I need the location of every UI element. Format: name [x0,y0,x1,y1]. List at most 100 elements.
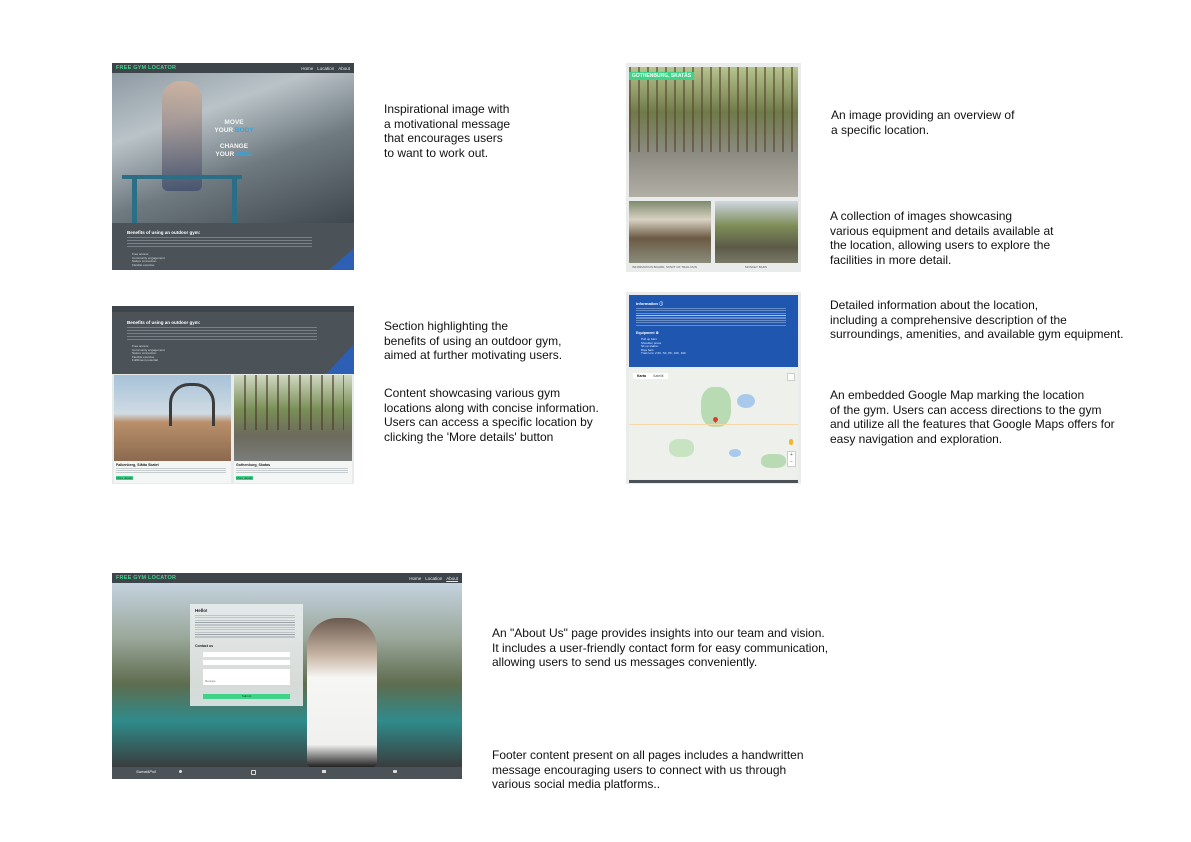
blue-corner-accent [329,248,354,270]
motto-mind: MIND [235,151,253,158]
info-icon: ⓘ [659,301,664,306]
caption-details: Detailed information about the location,… [830,298,1124,341]
nav-location[interactable]: Location [317,66,334,71]
location-card: Falkenberg, Slåtta Skatet More details [114,375,231,483]
thumb-info-board [629,201,711,263]
map-green-area [761,454,786,468]
motto-move: MOVE [224,119,244,126]
brand-logo[interactable]: FREE GYM LOCATOR [116,65,176,71]
hero-motto: MOVE YOUR BODY CHANGE YOUR MIND [214,119,254,159]
map-lake [729,449,741,457]
map-tab-karta[interactable]: Karta [633,373,650,379]
motto-your: YOUR [214,127,234,134]
fullscreen-icon[interactable] [787,373,795,381]
info-title: Information ⓘ [636,301,663,307]
about-screenshot: FREE GYM LOCATOR Home Location About Hel… [112,573,462,779]
message-field[interactable]: Message [203,669,290,685]
about-person [307,618,377,767]
about-navbar: FREE GYM LOCATOR Home Location About [112,573,462,583]
card-title: Gothenburg, Skatas [236,463,271,467]
map-lake [737,394,755,408]
benefits-list: Free access Community engagement Nature … [132,252,165,267]
caption-hero: Inspirational image with a motivational … [384,102,511,160]
caption-locations: Content showcasing various gym locations… [384,386,599,444]
motto-your-2: YOUR [215,151,235,158]
caption-gallery: A collection of images showcasing variou… [830,209,1054,267]
instagram-icon[interactable] [251,770,256,775]
about-card: Hello! Contact us Name Email Message Sub… [190,604,303,706]
nav-home[interactable]: Home [409,576,421,581]
benefits-title-2: Benefits of using an outdoor gym: [127,320,201,325]
nav-about[interactable]: About [446,576,458,581]
motto-change: CHANGE [219,143,249,150]
benefit-item: Fulfillment potential [132,358,158,363]
benefits-panel: Benefits of using an outdoor gym: Free a… [112,306,354,374]
thumb-monkey-bars [715,201,798,263]
submit-button[interactable]: Submit [203,694,290,699]
brand-logo[interactable]: FREE GYM LOCATOR [116,575,176,581]
location-screenshot: GOTHENBURG, SKATÅS INFORMATION BOARD, ST… [626,63,801,272]
equipment-item: Trail runs: 2,5K, 5K, 8K, 10K, 16K [641,351,686,356]
nav-about[interactable]: About [338,66,350,71]
card-equipment-shape [169,383,215,426]
equipment-title: Equipment ⚙ [636,331,659,335]
map-road [629,424,798,425]
top-strip [112,306,354,312]
info-panel: Information ⓘ Equipment ⚙ Pull up bars S… [629,295,798,367]
hello-heading: Hello! [195,608,208,613]
zoom-controls[interactable]: + − [787,451,796,467]
caption-overview: An image providing an overview of a spec… [831,108,1015,137]
benefits-title: Benefits of using an outdoor gym: [127,230,201,235]
name-field[interactable]: Name [203,652,290,666]
dumbbell-icon: ⚙ [655,331,659,335]
benefits-section: Benefits of using an outdoor gym: Free a… [112,223,354,270]
contact-title: Contact us [195,644,214,648]
card-title: Falkenberg, Slåtta Skatet [116,463,159,467]
blue-corner-accent [326,344,354,374]
info-title-text: Information [636,301,658,306]
map-bottom-bar [629,480,798,483]
home-navbar: FREE GYM LOCATOR Home Location About [112,63,354,73]
card-text [236,468,348,473]
nav-home[interactable]: Home [301,66,313,71]
youtube-icon[interactable] [393,770,397,773]
card-tree-line [244,375,344,430]
about-text [195,615,295,639]
footer-signature: Sweat$Poll [136,769,157,774]
card-text [116,468,226,473]
pegman-icon[interactable] [789,439,793,445]
location-card: Gothenburg, Skatas More details [234,375,352,483]
message-field-label: Message [205,680,216,683]
details-map-screenshot: Information ⓘ Equipment ⚙ Pull up bars S… [626,292,801,484]
email-field[interactable]: Email [203,660,290,674]
facebook-icon[interactable] [179,770,182,773]
location-banner: GOTHENBURG, SKATÅS [629,72,695,80]
thumb-caption: INFORMATION BOARD, START OF TRAIL RUN [632,265,697,269]
benefit-item: Flexible exercise [132,262,155,267]
twitter-icon[interactable] [322,770,326,773]
benefits-text-2 [127,327,317,341]
hero-post-left [132,175,137,223]
nav-location[interactable]: Location [425,576,442,581]
thumb-caption: MONKEY BARS [745,265,767,269]
google-map[interactable]: Karta Satellit + − [629,369,798,479]
more-details-button[interactable]: More details [116,476,133,480]
home-hero-screenshot: FREE GYM LOCATOR Home Location About MOV… [112,63,354,270]
map-tab-satellit[interactable]: Satellit [649,373,668,379]
motto-body: BODY [234,127,254,134]
caption-footer: Footer content present on all pages incl… [492,748,804,791]
info-text [636,308,786,326]
about-footer: Sweat$Poll [112,767,462,779]
hero-post-right [232,175,237,223]
equipment-title-text: Equipment [636,331,655,335]
caption-map: An embedded Google Map marking the locat… [830,388,1115,446]
caption-benefits: Section highlighting the benefits of usi… [384,319,563,362]
map-green-area [669,439,694,457]
benefits-cards-screenshot: Benefits of using an outdoor gym: Free a… [112,306,354,484]
benefits-list-2: Free access Community engagement Nature … [132,344,165,363]
hero-bar [122,175,242,179]
more-details-button[interactable]: More details [236,476,253,480]
equipment-list: Pull up bars Shoulder press Sit up stati… [641,337,686,356]
caption-about: An "About Us" page provides insights int… [492,626,829,669]
benefits-text [127,237,312,249]
